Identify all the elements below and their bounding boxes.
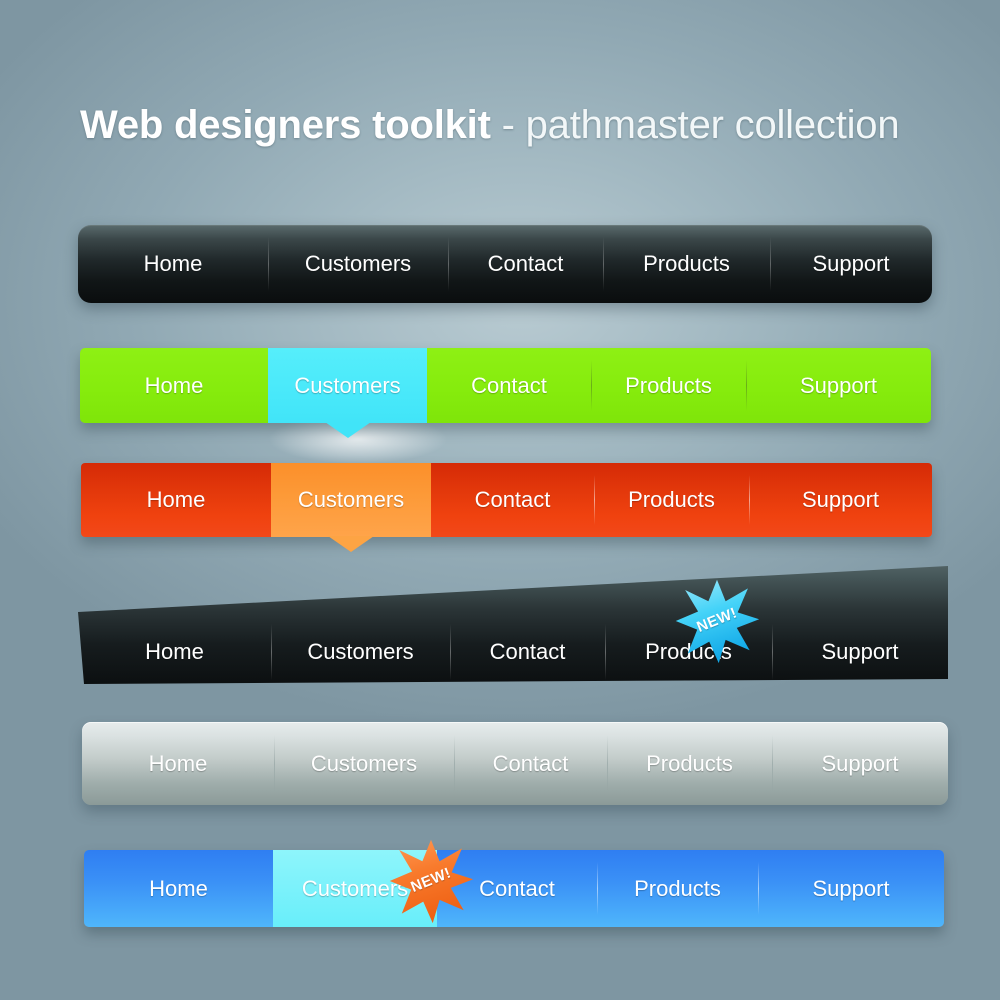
nav-item-label: Home (148, 750, 208, 776)
nav-item-label: Products (625, 372, 712, 398)
navbar-slanted-items: Home Customers Contact Products Support (78, 622, 948, 682)
nav-item-label: Contact (474, 487, 551, 512)
nav-item-label: Home (149, 875, 208, 901)
nav-item-customers[interactable]: Customers (271, 622, 450, 682)
nav-item-contact[interactable]: Contact (454, 722, 607, 805)
navbar-dark-slanted: Home Customers Contact Products Support (78, 560, 950, 688)
nav-item-label: Products (643, 251, 730, 276)
divider (758, 862, 759, 915)
nav-item-label: Customers (304, 251, 412, 276)
nav-item-label: Products (634, 875, 721, 901)
nav-item-label: Home (143, 251, 203, 276)
nav-item-support[interactable]: Support (772, 722, 948, 805)
nav-item-label: Home (146, 487, 206, 512)
page-title: Web designers toolkit - pathmaster colle… (80, 103, 900, 147)
divider (749, 474, 750, 526)
nav-item-customers[interactable]: Customers (268, 225, 448, 303)
nav-item-label: Home (145, 639, 204, 664)
page-title-rest: - pathmaster collection (490, 103, 900, 147)
navbar-silver: Home Customers Contact Products Support (82, 722, 948, 805)
nav-item-label: Products (628, 487, 715, 512)
navbar-dark-rounded: Home Customers Contact Products Support (78, 225, 932, 303)
nav-item-home[interactable]: Home (84, 850, 273, 927)
divider (605, 624, 606, 680)
nav-item-products[interactable]: Products (597, 850, 758, 927)
nav-item-customers[interactable]: Customers (274, 722, 454, 805)
nav-item-label: Support (812, 875, 890, 901)
divider (591, 360, 592, 411)
nav-item-label: Customers (307, 639, 414, 664)
divider (746, 360, 747, 411)
nav-item-label: Support (801, 487, 880, 512)
page-title-bold: Web designers toolkit (80, 103, 491, 147)
nav-item-home[interactable]: Home (81, 463, 271, 537)
nav-item-home[interactable]: Home (78, 622, 271, 682)
nav-item-customers[interactable]: Customers (271, 463, 431, 552)
nav-item-label: Contact (489, 639, 566, 664)
nav-item-home[interactable]: Home (78, 225, 268, 303)
divider (448, 237, 449, 291)
active-tab-pointer (324, 422, 371, 438)
navbar-red: Home Customers Contact Products Support (81, 463, 932, 552)
new-badge-blue[interactable]: NEW! (674, 578, 760, 664)
divider (772, 624, 773, 680)
divider (268, 237, 269, 291)
nav-item-label: Contact (479, 875, 555, 901)
active-tab-pointer (328, 536, 374, 552)
divider (597, 862, 598, 915)
nav-item-label: Contact (492, 750, 569, 776)
nav-item-label: Support (799, 372, 878, 398)
nav-item-products[interactable]: Products (591, 348, 746, 423)
nav-item-support[interactable]: Support (749, 463, 932, 537)
divider (594, 474, 595, 526)
nav-item-contact[interactable]: Contact (448, 225, 603, 303)
nav-item-products[interactable]: Products (594, 463, 749, 537)
divider (772, 735, 773, 792)
new-badge-orange[interactable]: NEW! (388, 838, 474, 924)
nav-item-contact[interactable]: Contact (450, 622, 605, 682)
nav-item-products[interactable]: Products (603, 225, 770, 303)
nav-item-support[interactable]: Support (758, 850, 944, 927)
divider (603, 237, 604, 291)
nav-item-support[interactable]: Support (746, 348, 931, 423)
nav-item-home[interactable]: Home (80, 348, 268, 423)
nav-item-label: Home (144, 372, 204, 398)
divider (607, 735, 608, 792)
page-canvas: Web designers toolkit - pathmaster colle… (0, 0, 1000, 1000)
nav-item-label: Customers (297, 487, 405, 512)
nav-item-customers[interactable]: Customers (268, 348, 427, 438)
navbar-green: Home Customers Contact Products Support (80, 348, 931, 438)
divider (274, 735, 275, 792)
divider (454, 735, 455, 792)
divider (770, 237, 771, 291)
nav-item-label: Support (821, 639, 899, 664)
nav-item-label: Products (646, 750, 733, 776)
divider (271, 624, 272, 680)
starburst-icon (389, 839, 474, 924)
nav-item-label: Support (821, 750, 899, 776)
navbar-blue: Home Customers Contact Products Support (84, 850, 944, 927)
nav-item-home[interactable]: Home (82, 722, 274, 805)
nav-item-contact[interactable]: Contact (431, 463, 594, 537)
nav-item-support[interactable]: Support (770, 225, 932, 303)
nav-item-label: Customers (310, 750, 418, 776)
starburst-icon (675, 579, 760, 664)
nav-item-label: Customers (294, 372, 401, 398)
nav-item-label: Contact (471, 372, 547, 398)
nav-item-support[interactable]: Support (772, 622, 948, 682)
divider (450, 624, 451, 680)
nav-item-label: Support (812, 251, 890, 276)
nav-item-products[interactable]: Products (607, 722, 772, 805)
nav-item-contact[interactable]: Contact (427, 348, 591, 423)
nav-item-label: Contact (487, 251, 564, 276)
